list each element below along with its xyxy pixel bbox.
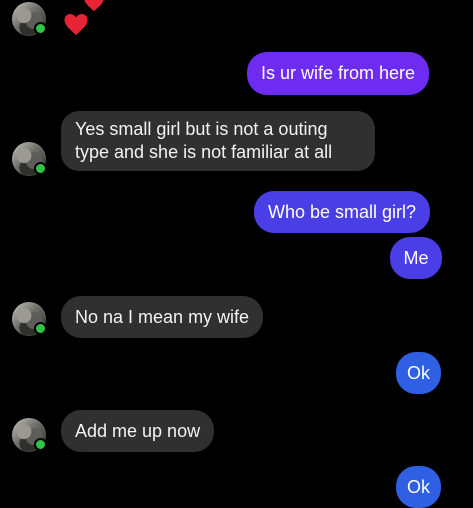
message-bubble-sent[interactable]: Ok — [396, 352, 441, 394]
message-bubble-received[interactable]: Yes small girl but is not a outing type … — [61, 111, 375, 171]
online-status-dot — [34, 322, 47, 335]
chat-thread: Is ur wife from here Yes small girl but … — [0, 0, 473, 508]
contact-avatar[interactable] — [12, 142, 47, 176]
online-status-dot — [34, 438, 47, 451]
heart-reaction-icon — [84, 0, 104, 12]
message-bubble-received[interactable]: Add me up now — [61, 410, 215, 452]
message-bubble-sent[interactable]: Is ur wife from here — [247, 52, 430, 95]
contact-avatar[interactable] — [12, 2, 47, 36]
message-bubble-received[interactable]: No na I mean my wife — [61, 296, 264, 338]
message-bubble-sent[interactable]: Who be small girl? — [254, 191, 431, 233]
message-bubble-sent[interactable]: Me — [390, 237, 442, 279]
message-bubble-sent[interactable]: Ok — [396, 466, 441, 508]
online-status-dot — [34, 22, 47, 35]
online-status-dot — [34, 162, 47, 175]
contact-avatar[interactable] — [12, 418, 47, 452]
contact-avatar[interactable] — [12, 302, 47, 336]
heart-reaction-icon — [64, 14, 88, 35]
